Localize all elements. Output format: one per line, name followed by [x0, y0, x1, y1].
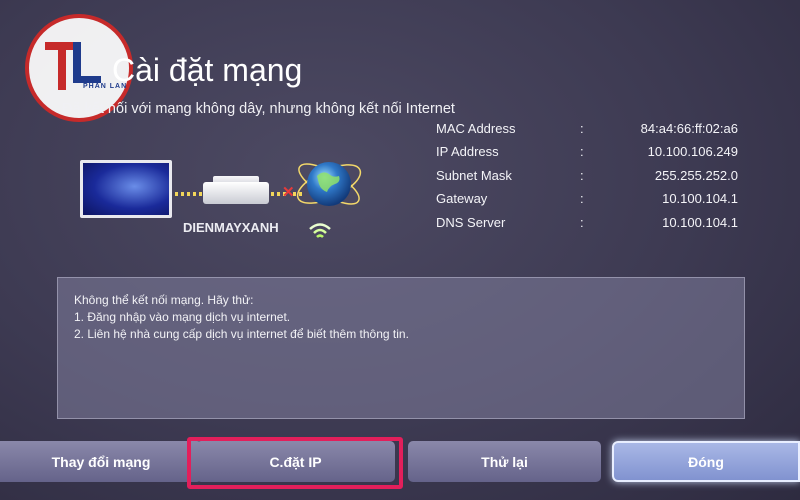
info-row-dns: DNS Server : 10.100.104.1 [436, 215, 742, 238]
connection-status-text: Đã kết nối với mạng không dây, nhưng khô… [62, 101, 455, 117]
ip-settings-button[interactable]: C.đặt IP [196, 441, 395, 482]
globe-icon [296, 162, 362, 206]
tv-icon [80, 160, 172, 218]
wifi-icon [309, 223, 331, 238]
info-value: 84:a4:66:ff:02:a6 [640, 121, 738, 136]
info-label: Subnet Mask [436, 167, 512, 183]
info-row-ip: IP Address : 10.100.106.249 [436, 144, 742, 167]
info-row-gateway: Gateway : 10.100.104.1 [436, 191, 742, 214]
router-name: DIENMAYXANH [183, 220, 279, 235]
message-line: 1. Đăng nhập vào mạng dịch vụ internet. [74, 310, 291, 324]
connection-diagram: ✕ DIENMAYXANH [75, 150, 375, 250]
info-label: IP Address [436, 144, 499, 160]
message-line: Không thể kết nối mạng. Hãy thử: [74, 293, 254, 307]
router-icon [203, 182, 269, 204]
troubleshoot-message: Không thể kết nối mạng. Hãy thử: 1. Đăng… [57, 277, 745, 419]
retry-button[interactable]: Thử lại [408, 441, 601, 482]
info-value: 10.100.104.1 [662, 191, 738, 207]
info-separator: : [580, 144, 584, 160]
link-dots-tv-router [175, 192, 203, 196]
close-button[interactable]: Đóng [612, 441, 800, 482]
info-label: MAC Address [436, 121, 516, 136]
message-line: 2. Liên hệ nhà cung cấp dịch vụ internet… [74, 327, 409, 341]
info-value: 255.255.252.0 [654, 167, 738, 183]
network-info-table: MAC Address : 84:a4:66:ff:02:a6 IP Addre… [436, 121, 742, 238]
info-separator: : [580, 214, 584, 230]
info-value: 10.100.106.249 [647, 144, 738, 160]
info-row-subnet: Subnet Mask : 255.255.252.0 [436, 168, 742, 191]
info-separator: : [580, 121, 584, 136]
info-label: DNS Server [436, 214, 506, 230]
info-label: Gateway [436, 191, 488, 207]
info-separator: : [580, 167, 584, 183]
change-network-button[interactable]: Thay đổi mạng [0, 441, 202, 482]
info-separator: : [580, 191, 584, 207]
info-value: 10.100.104.1 [662, 214, 738, 230]
info-row-mac: MAC Address : 84:a4:66:ff:02:a6 [436, 121, 742, 144]
page-title: Cài đặt mạng [112, 52, 303, 88]
